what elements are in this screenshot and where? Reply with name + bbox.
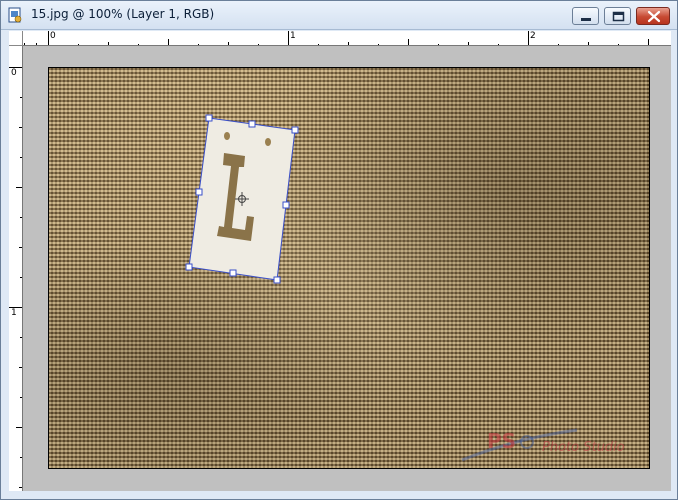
svg-text:PS: PS <box>487 429 516 453</box>
ruler-label-0: 0 <box>50 31 56 41</box>
watermark-text: Photo Studio <box>542 440 625 455</box>
title-bar[interactable]: 15.jpg @ 100% (Layer 1, RGB) <box>1 1 677 30</box>
handle-bottom-left[interactable] <box>185 263 193 271</box>
horizontal-ruler[interactable]: 0 1 2 <box>23 31 671 46</box>
handle-top-left[interactable] <box>205 114 213 122</box>
watermark: PS Photo Studio <box>457 418 647 466</box>
ruler-label-v0: 0 <box>11 68 17 78</box>
minimize-button[interactable] <box>572 7 599 25</box>
close-button[interactable] <box>636 7 670 25</box>
stencil-hole-left <box>224 132 230 140</box>
handle-top-right[interactable] <box>291 126 299 134</box>
handle-middle-right[interactable] <box>282 201 290 209</box>
transform-layer[interactable] <box>49 68 650 469</box>
maximize-icon <box>612 11 625 22</box>
handle-bottom-middle[interactable] <box>229 269 237 277</box>
horizontal-ruler-ticks <box>24 31 649 45</box>
handle-bottom-right[interactable] <box>273 276 281 284</box>
ruler-label-v1: 1 <box>11 308 17 318</box>
ruler-label-1: 1 <box>290 31 296 41</box>
maximize-button[interactable] <box>604 7 631 25</box>
vertical-ruler-ticks <box>9 67 22 488</box>
minimize-icon <box>581 18 591 21</box>
ruler-origin[interactable] <box>9 31 23 46</box>
image-canvas[interactable]: PS Photo Studio <box>48 67 650 469</box>
stencil-hole-right <box>265 138 271 146</box>
handle-top-middle[interactable] <box>248 120 256 128</box>
vertical-ruler[interactable]: 0 1 <box>9 46 23 491</box>
canvas-area[interactable]: PS Photo Studio <box>23 46 671 491</box>
document-window[interactable]: 15.jpg @ 100% (Layer 1, RGB) 0 1 2 0 1 P… <box>0 0 678 500</box>
ruler-label-2: 2 <box>530 31 536 41</box>
window-title: 15.jpg @ 100% (Layer 1, RGB) <box>31 7 215 21</box>
document-icon <box>7 7 23 23</box>
close-icon <box>647 10 661 23</box>
handle-middle-left[interactable] <box>195 188 203 196</box>
